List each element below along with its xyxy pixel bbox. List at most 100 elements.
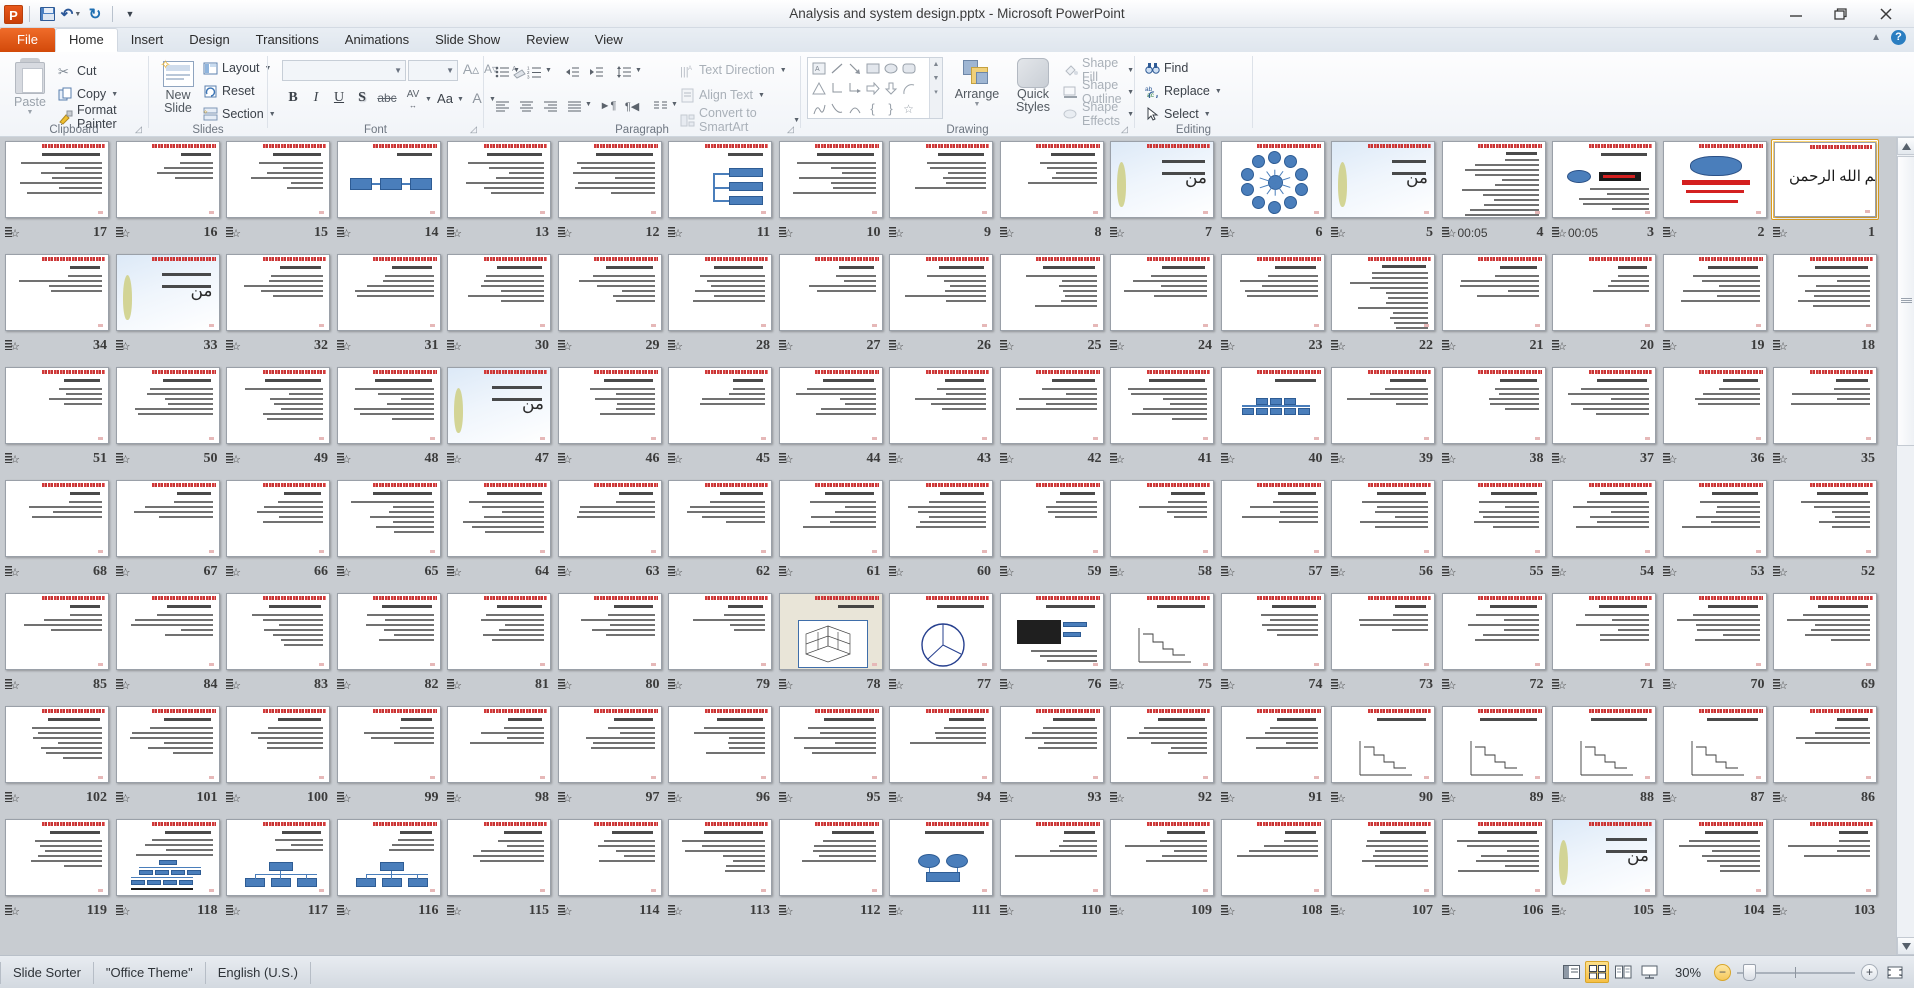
transition-star-icon[interactable]: ☆ [889,791,904,805]
slide-preview[interactable] [336,593,441,670]
transition-star-icon[interactable]: ☆ [1331,226,1346,240]
transition-star-icon[interactable]: ☆ [1110,791,1125,805]
slide-thumbnail-cell[interactable]: من ☆ 7 [1108,139,1218,245]
transition-star-icon[interactable]: ☆ [778,678,794,692]
slide-thumbnail[interactable] [445,139,553,220]
slide-preview[interactable] [115,480,220,557]
slide-thumbnail[interactable] [3,817,111,898]
slide-thumbnail[interactable] [1219,478,1327,559]
slide-thumbnail[interactable] [1550,704,1658,785]
slide-thumbnail-cell[interactable]: ☆ 67 [114,478,224,584]
slide-thumbnail[interactable] [1661,478,1769,559]
slide-preview[interactable] [1441,593,1546,670]
slide-thumbnail[interactable] [445,704,553,785]
slide-thumbnail-cell[interactable]: ☆ 38 [1440,365,1550,471]
freeform-shape-icon[interactable] [810,100,827,117]
slide-thumbnail[interactable] [1771,478,1879,559]
slide-preview[interactable] [447,819,551,896]
slide-preview[interactable] [1773,819,1877,896]
slide-thumbnail[interactable] [445,591,553,672]
slide-preview[interactable] [1773,706,1877,783]
strikethrough-button[interactable]: abc [376,91,398,105]
slide-thumbnail-cell[interactable]: ☆ 11 [666,139,776,245]
slide-thumbnail[interactable] [1219,591,1327,672]
slide-thumbnail-cell[interactable]: ☆ 95 [777,704,887,810]
slide-thumbnail-cell[interactable]: من ☆ 33 [114,252,224,358]
slide-thumbnail-cell[interactable]: ☆ 117 [224,817,334,923]
slide-thumbnail-cell[interactable]: ☆ 26 [887,252,997,358]
slide-preview[interactable] [1773,593,1877,670]
transition-star-icon[interactable]: ☆ [1220,339,1236,353]
slide-thumbnail-cell[interactable]: من ☆ 47 [445,365,555,471]
scroll-down-icon[interactable] [1897,937,1914,955]
triangle-shape-icon[interactable] [810,80,827,97]
slide-thumbnail-cell[interactable]: ☆ 118 [114,817,224,923]
slide-thumbnail-cell[interactable]: من ☆ 105 [1550,817,1660,923]
slide-thumbnail[interactable] [3,478,111,559]
language-status[interactable]: English (U.S.) [206,962,311,984]
slide-thumbnail[interactable] [556,139,664,220]
tab-transitions[interactable]: Transitions [243,28,332,52]
slide-thumbnail-cell[interactable]: ☆ 46 [556,365,666,471]
slide-thumbnail[interactable] [3,139,111,220]
slide-sorter-view-button[interactable] [1585,961,1609,983]
paragraph-dialog-launcher[interactable]: ◿ [785,124,796,135]
transition-star-icon[interactable]: ☆ [1441,565,1457,579]
slide-thumbnail[interactable] [3,252,111,333]
transition-star-icon[interactable]: ☆ [889,226,904,240]
transition-star-icon[interactable]: ☆ [1773,339,1788,353]
zoom-out-button[interactable]: − [1714,963,1731,981]
transition-star-icon[interactable]: ☆ [115,904,131,918]
slide-thumbnail-cell[interactable]: ☆ 42 [998,365,1108,471]
section-button[interactable]: ✧ Section ▼ [203,104,276,124]
transition-star-icon[interactable]: ☆ [889,565,904,579]
slide-thumbnail-cell[interactable]: ☆ 109 [1108,817,1218,923]
slide-thumbnail[interactable] [445,817,553,898]
slide-thumbnail-cell[interactable]: ☆ 29 [556,252,666,358]
slide-thumbnail-cell[interactable]: ☆ 10 [777,139,887,245]
slide-thumbnail[interactable] [114,591,222,672]
transition-star-icon[interactable]: ☆ [336,565,352,579]
transition-star-icon[interactable]: ☆ [1662,904,1678,918]
help-icon[interactable]: ? [1891,30,1906,45]
transition-star-icon[interactable]: ☆ [668,791,683,805]
transition-star-icon[interactable]: ☆ [447,678,462,692]
font-dialog-launcher[interactable]: ◿ [468,124,479,135]
slide-thumbnail-cell[interactable]: ☆ 24 [1108,252,1218,358]
slide-thumbnail[interactable]: من [1108,139,1216,220]
transition-star-icon[interactable]: ☆ [1110,678,1125,692]
slide-thumbnail-cell[interactable]: ☆ 74 [1219,591,1329,697]
slide-thumbnail[interactable] [1219,365,1327,446]
tab-design[interactable]: Design [176,28,242,52]
transition-star-icon[interactable]: ☆ [999,565,1015,579]
slide-preview[interactable] [557,593,662,670]
slide-thumbnail[interactable] [3,591,111,672]
transition-star-icon[interactable]: ☆ [999,452,1015,466]
slide-thumbnail-cell[interactable]: ☆ 115 [445,817,555,923]
slide-preview[interactable] [557,819,662,896]
slide-preview[interactable] [336,367,441,444]
slide-preview[interactable] [1552,254,1656,331]
bold-button[interactable]: B [284,90,302,106]
slide-thumbnail-cell[interactable]: ☆ 73 [1329,591,1439,697]
transition-star-icon[interactable]: ☆ [557,339,573,353]
slide-thumbnail-selected[interactable]: بسم الله الرحمن [1771,139,1879,220]
line-shape-icon[interactable] [828,60,845,77]
slide-preview[interactable] [336,819,441,896]
close-icon[interactable] [1863,3,1908,25]
transition-star-icon[interactable]: ☆ [1331,904,1346,918]
slide-thumbnail[interactable] [224,591,332,672]
arc-shape-icon[interactable] [900,80,917,97]
slide-thumbnail[interactable] [445,478,553,559]
slide-thumbnail-cell[interactable]: ☆ 39 [1329,365,1439,471]
left-to-right-icon[interactable]: ►¶ [598,96,618,116]
slide-preview[interactable] [1220,706,1325,783]
slide-thumbnail[interactable] [335,817,443,898]
transition-star-icon[interactable]: ☆ [115,678,131,692]
slide-preview[interactable] [1110,367,1214,444]
slide-thumbnail[interactable] [666,365,774,446]
align-left-icon[interactable] [492,96,512,116]
tab-slide-show[interactable]: Slide Show [422,28,513,52]
slide-preview[interactable]: من [1552,819,1656,896]
slide-thumbnail[interactable] [1440,704,1548,785]
